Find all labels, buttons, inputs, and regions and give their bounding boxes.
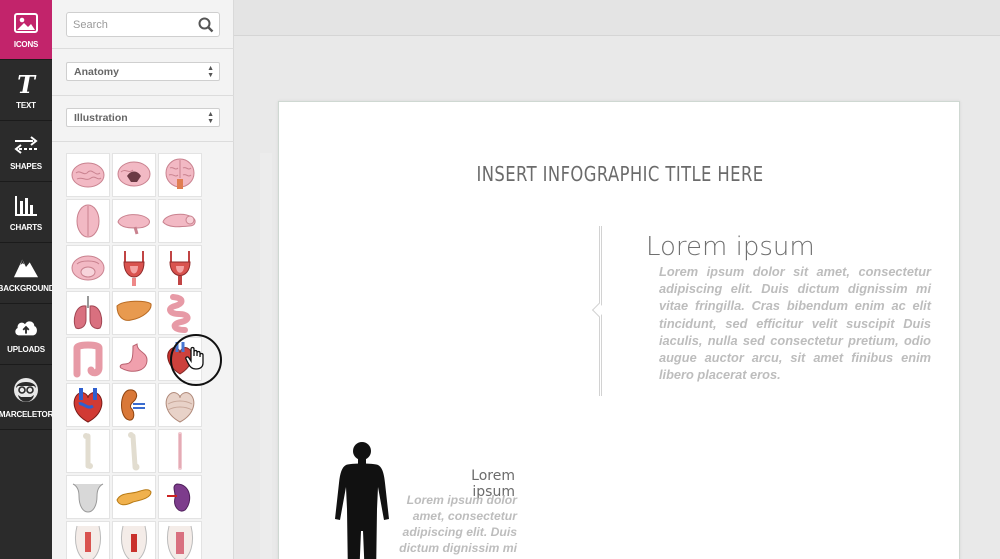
icon-tile-heart-hovered[interactable] bbox=[158, 383, 202, 427]
icon-tile-torso-organs-2[interactable] bbox=[112, 521, 156, 559]
category-section: Anatomy ▲ ▼ bbox=[52, 49, 234, 96]
block1-heading[interactable]: Lorem ipsum bbox=[646, 232, 815, 262]
icon-tile-kidney[interactable] bbox=[112, 383, 156, 427]
bar-chart-icon bbox=[13, 193, 39, 219]
search-icon[interactable] bbox=[198, 17, 214, 33]
human-silhouette-icon[interactable] bbox=[332, 439, 392, 559]
rail-item-icons[interactable]: ICONS bbox=[0, 0, 59, 60]
rail-item-label: BACKGROUND bbox=[0, 284, 55, 293]
icon-tile-small-intestine[interactable] bbox=[158, 291, 202, 335]
select-arrows-icon: ▲ ▼ bbox=[207, 111, 214, 125]
user-avatar-icon bbox=[11, 376, 41, 406]
timeline-notch bbox=[591, 302, 607, 318]
icon-tile-bladder-female[interactable] bbox=[158, 245, 202, 289]
rail-item-label: ICONS bbox=[13, 40, 39, 49]
icon-tile-bladder-male[interactable] bbox=[112, 245, 156, 289]
rail-item-label: CHARTS bbox=[9, 223, 43, 232]
icon-tile-bone-femur[interactable] bbox=[112, 429, 156, 473]
icon-tile-brain-top[interactable] bbox=[66, 199, 110, 243]
left-tool-rail: ICONS T TEXT SHAPES CHARTS BACKGROUND UP… bbox=[0, 0, 59, 559]
select-arrows-icon: ▲ ▼ bbox=[207, 65, 214, 79]
hand-pointer-icon bbox=[185, 346, 204, 370]
search-input[interactable] bbox=[73, 17, 191, 33]
icon-tile-pancreas[interactable] bbox=[112, 475, 156, 519]
infographic-title[interactable]: INSERT INFOGRAPHIC TITLE HERE bbox=[340, 162, 899, 186]
cloud-upload-icon bbox=[13, 315, 39, 341]
rail-item-shapes[interactable]: SHAPES bbox=[0, 122, 52, 182]
icon-tile-brain-side[interactable] bbox=[66, 153, 110, 197]
icon-tile-liver[interactable] bbox=[112, 291, 156, 335]
search-section bbox=[52, 0, 234, 49]
rail-item-charts[interactable]: CHARTS bbox=[0, 183, 52, 243]
rail-item-uploads[interactable]: UPLOADS bbox=[0, 305, 52, 365]
icon-tile-brain-bottom[interactable] bbox=[66, 245, 110, 289]
icon-tile-thyroid[interactable] bbox=[66, 475, 110, 519]
icon-tile-brain-section[interactable] bbox=[112, 153, 156, 197]
icon-tile-torso-organs-3[interactable] bbox=[158, 521, 202, 559]
category-select-value: Anatomy bbox=[74, 66, 119, 78]
icon-tile-spleen[interactable] bbox=[158, 475, 202, 519]
icon-tile-stomach[interactable] bbox=[112, 337, 156, 381]
icon-tile-heart-anatomy[interactable] bbox=[66, 383, 110, 427]
rail-item-label: UPLOADS bbox=[7, 345, 45, 354]
icon-tile-bone-slim[interactable] bbox=[158, 429, 202, 473]
block2-body[interactable]: Lorem ipsum dolor amet, consectetur adip… bbox=[391, 492, 517, 556]
rail-item-label: TEXT bbox=[16, 101, 36, 110]
style-select-value: Illustration bbox=[74, 112, 128, 124]
icon-tile-large-intestine[interactable] bbox=[66, 337, 110, 381]
icon-tile-brain-lateral[interactable] bbox=[158, 199, 202, 243]
category-select[interactable]: Anatomy ▲ ▼ bbox=[66, 62, 220, 81]
rail-item-label: MARCELETOR bbox=[0, 410, 54, 419]
svg-text:T: T bbox=[17, 72, 37, 96]
text-t-icon: T bbox=[13, 71, 39, 97]
icon-tile-lungs[interactable] bbox=[66, 291, 110, 335]
arrows-swap-icon bbox=[13, 132, 39, 158]
canvas-toolbar bbox=[234, 0, 1000, 36]
search-box bbox=[66, 12, 220, 37]
rail-item-profile[interactable]: MARCELETOR bbox=[0, 366, 54, 430]
icon-tile-bone-long[interactable] bbox=[66, 429, 110, 473]
rail-item-text[interactable]: T TEXT bbox=[0, 61, 52, 121]
block1-body[interactable]: Lorem ipsum dolor sit amet, consectetur … bbox=[659, 263, 931, 383]
icon-tile-brain-profile[interactable] bbox=[112, 199, 156, 243]
image-icon bbox=[13, 10, 39, 36]
icons-panel: Anatomy ▲▼ Illustration ▲▼ bbox=[52, 0, 272, 559]
icon-tile-brain-back[interactable] bbox=[158, 153, 202, 197]
rail-item-label: SHAPES bbox=[10, 162, 42, 171]
editor-app: ICONS T TEXT SHAPES CHARTS BACKGROUND UP… bbox=[0, 0, 1000, 559]
infographic-page[interactable]: INSERT INFOGRAPHIC TITLE HERE Lorem ipsu… bbox=[278, 101, 960, 559]
style-select[interactable]: Illustration ▲ ▼ bbox=[66, 108, 220, 127]
mountains-icon bbox=[13, 254, 39, 280]
rail-item-background[interactable]: BACKGROUND bbox=[0, 244, 55, 304]
icon-tile-torso-organs-1[interactable] bbox=[66, 521, 110, 559]
style-section: Illustration ▲ ▼ bbox=[52, 96, 234, 142]
panel-scrollbar[interactable] bbox=[260, 153, 272, 559]
